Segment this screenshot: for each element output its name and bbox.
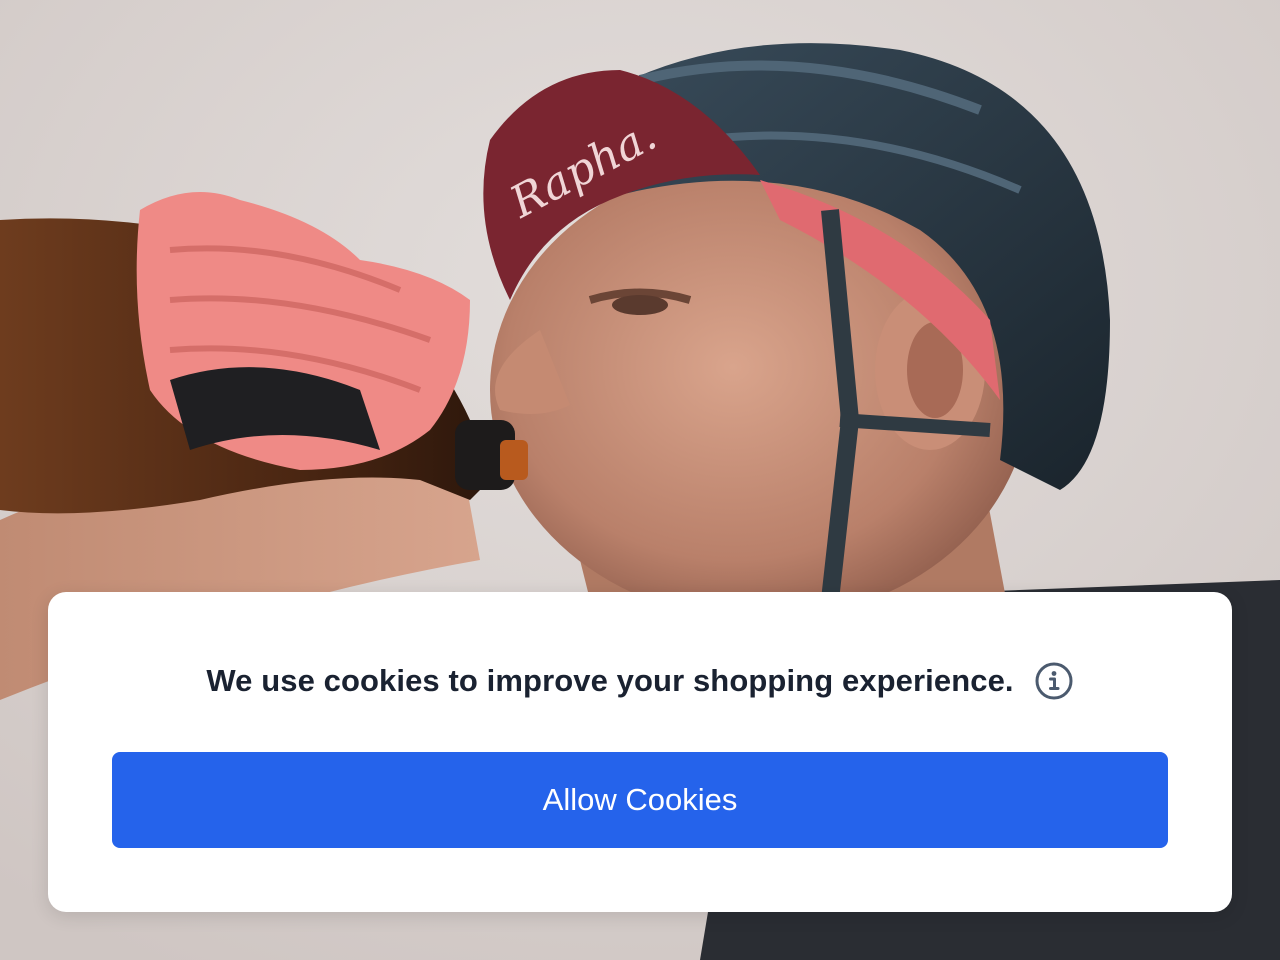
cookie-consent-banner: We use cookies to improve your shopping …: [48, 592, 1232, 912]
cookie-message: We use cookies to improve your shopping …: [206, 663, 1014, 698]
allow-cookies-button[interactable]: Allow Cookies: [112, 752, 1168, 848]
cookie-message-row: We use cookies to improve your shopping …: [48, 658, 1232, 704]
cookie-consent-page: Rapha. We use cookies to improve your sh…: [0, 0, 1280, 960]
info-circle-icon[interactable]: [1034, 661, 1074, 701]
